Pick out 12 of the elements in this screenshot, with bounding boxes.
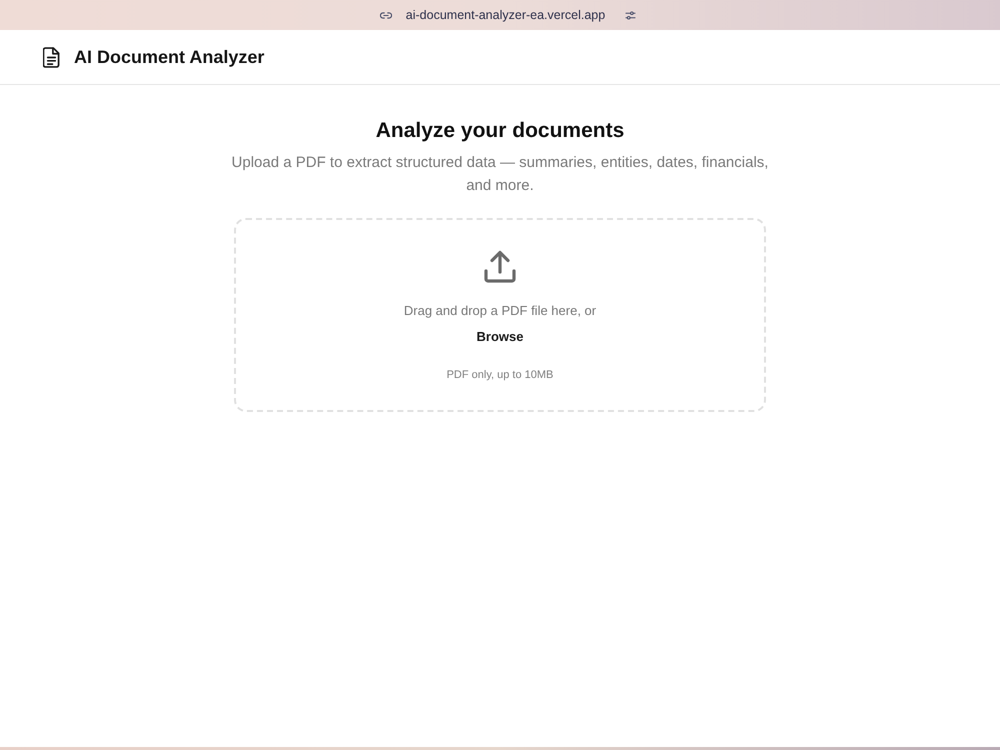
link-icon <box>380 12 392 18</box>
document-icon <box>43 46 60 68</box>
sliders-icon[interactable] <box>625 10 636 20</box>
app-title: AI Document Analyzer <box>74 46 264 68</box>
file-drop-zone[interactable]: Drag and drop a PDF file here, or Browse PDF only, up to 10MB <box>234 218 766 412</box>
page-description: Upload a PDF to extract structured data — summaries, entities, dates, financials, and more. <box>230 153 770 196</box>
upload-icon <box>483 250 517 284</box>
browse-button[interactable]: Browse <box>476 328 524 346</box>
url-text[interactable]: ai-document-analyzer-ea.vercel.app <box>406 8 606 22</box>
file-limit-hint: PDF only, up to 10MB <box>446 368 554 383</box>
drop-prompt-text: Drag and drop a PDF file here, or <box>404 302 596 320</box>
page-heading: Analyze your documents <box>376 118 624 144</box>
